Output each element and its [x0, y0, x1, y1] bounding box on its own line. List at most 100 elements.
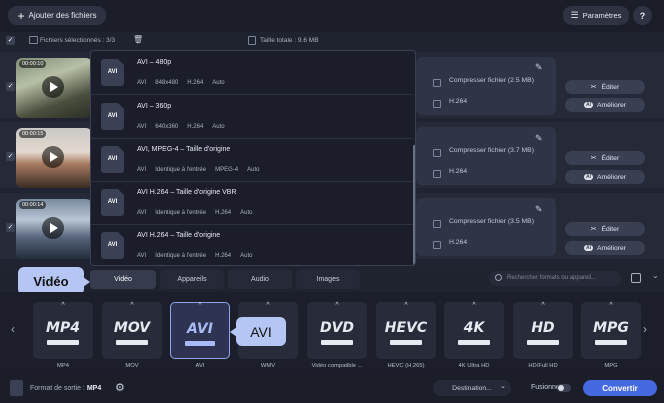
play-icon[interactable]: [42, 76, 64, 98]
scissors-icon: ✂: [590, 155, 597, 162]
video-thumbnail[interactable]: 00:00:15: [16, 128, 92, 188]
compress-icon: [433, 79, 441, 87]
chevron-up-icon[interactable]: ^: [402, 302, 410, 309]
chevron-up-icon[interactable]: ^: [333, 302, 341, 309]
preset-title: AVI – 360p: [137, 103, 172, 110]
chevron-left-icon[interactable]: ‹: [11, 322, 15, 336]
settings-button[interactable]: ☰ Paramètres: [563, 6, 629, 25]
add-files-button[interactable]: + Ajouter des fichiers: [8, 6, 106, 25]
convert-button[interactable]: Convertir: [583, 380, 657, 396]
format-avi[interactable]: AVI: [170, 302, 230, 359]
help-button[interactable]: ?: [633, 6, 652, 25]
avi-callout: AVI: [230, 317, 286, 346]
preset-details: AVI Identique à l'entrée H.264 Auto: [137, 210, 253, 216]
trash-icon[interactable]: 🗑: [133, 35, 143, 44]
preset-item[interactable]: AVI AVI, MPEG-4 – Taille d'origine AVI Id…: [91, 138, 413, 182]
merge-toggle[interactable]: [557, 384, 571, 392]
tab-label: Appareils: [177, 276, 207, 283]
format-name: HD/Full HD: [528, 363, 558, 369]
file-checkbox[interactable]: ✓: [6, 223, 15, 232]
preset-item[interactable]: AVI AVI – 360p AVI 640x360 H.264 Auto: [91, 95, 413, 139]
edit-button[interactable]: ✂ Éditer: [565, 151, 645, 165]
format-name: MOV: [125, 363, 139, 369]
enhance-label: Améliorer: [596, 101, 627, 109]
video-thumbnail[interactable]: 00:00:10: [16, 58, 92, 118]
files-icon: [29, 36, 38, 44]
gear-icon[interactable]: ⚙: [115, 381, 125, 394]
tab-images[interactable]: Images: [296, 270, 360, 289]
video-thumbnail[interactable]: 00:00:14: [16, 199, 92, 259]
format-mpg[interactable]: MPG: [581, 302, 641, 359]
chevron-right-icon[interactable]: ›: [643, 322, 647, 336]
preset-dropdown[interactable]: AVI AVI – 480p AVI 848x480 H.264 Auto AVI A…: [90, 50, 416, 266]
chevron-up-icon[interactable]: ^: [264, 302, 272, 309]
tab-devices[interactable]: Appareils: [160, 270, 224, 289]
enhance-button[interactable]: AI Améliorer: [565, 98, 645, 112]
edit-button[interactable]: ✂ Éditer: [565, 80, 645, 94]
tab-video[interactable]: Vidéo: [90, 270, 156, 289]
search-placeholder: Rechercher formats ou appareil...: [507, 275, 597, 281]
preset-details: AVI 848x480 H.264 Auto: [137, 80, 225, 86]
format-name: Vidéo compatible ...: [311, 363, 363, 369]
chevron-up-icon[interactable]: ^: [196, 302, 204, 309]
edit-button[interactable]: ✂ Éditer: [565, 222, 645, 236]
tab-audio[interactable]: Audio: [228, 270, 292, 289]
compress-option[interactable]: Compresser fichier (3.7 MB): [449, 147, 534, 154]
add-files-label: Ajouter des fichiers: [28, 11, 97, 20]
scissors-icon: ✂: [590, 84, 597, 91]
preset-item[interactable]: AVI AVI H.264 – Taille d'origine VBR AVI…: [91, 181, 413, 225]
preset-details: AVI Identique à l'entrée MPEG-4 Auto: [137, 167, 260, 173]
convert-label: Convertir: [602, 383, 638, 393]
select-all-checkbox[interactable]: ✓: [6, 36, 15, 45]
format-hd[interactable]: HD: [513, 302, 573, 359]
avi-file-icon: AVI: [101, 189, 124, 216]
collapse-chevron-icon[interactable]: ⌄: [652, 271, 659, 280]
file-icon: [248, 36, 256, 45]
format-name: HEVC (H.265): [387, 363, 425, 369]
format-search-input[interactable]: Rechercher formats ou appareil...: [489, 271, 621, 286]
chevron-up-icon[interactable]: ^: [59, 302, 67, 309]
chevron-up-icon[interactable]: ^: [607, 302, 615, 309]
selected-count: Fichiers sélectionnés : 3/3: [40, 37, 116, 44]
video-callout-label: Vidéo: [33, 273, 69, 289]
pencil-icon[interactable]: ✎: [535, 62, 545, 72]
format-hevc[interactable]: HEVC: [376, 302, 436, 359]
duration-badge: 00:00:10: [19, 60, 47, 68]
chevron-up-icon[interactable]: ^: [470, 302, 478, 309]
format-mov[interactable]: MOV: [102, 302, 162, 359]
settings-label: Paramètres: [582, 11, 622, 20]
file-checkbox[interactable]: ✓: [6, 152, 15, 161]
help-icon: ?: [639, 10, 646, 21]
preset-item[interactable]: AVI AVI H.264 – Taille d'origine AVI Iden…: [91, 224, 413, 265]
format-mp4[interactable]: MP4: [33, 302, 93, 359]
compress-icon: [433, 149, 441, 157]
4k-logo-icon: 4K: [463, 320, 485, 336]
format-4k[interactable]: 4K: [444, 302, 504, 359]
enhance-button[interactable]: AI Améliorer: [565, 170, 645, 184]
codec-icon: [433, 100, 441, 108]
export-icon[interactable]: [631, 273, 641, 283]
pencil-icon[interactable]: ✎: [535, 133, 545, 143]
format-name: MP4: [57, 363, 69, 369]
preset-title: AVI – 480p: [137, 59, 172, 66]
preset-title: AVI H.264 – Taille d'origine VBR: [137, 189, 237, 196]
enhance-button[interactable]: AI Améliorer: [565, 241, 645, 255]
play-icon[interactable]: [42, 217, 64, 239]
codec-label: H.264: [449, 98, 468, 105]
ai-icon: AI: [583, 174, 593, 180]
edit-label: Éditer: [601, 83, 620, 91]
tab-label: Audio: [251, 276, 269, 283]
play-icon[interactable]: [42, 146, 64, 168]
output-format-value: MP4: [86, 385, 102, 392]
chevron-down-icon[interactable]: ⌄: [500, 382, 506, 390]
format-dvd[interactable]: DVD: [307, 302, 367, 359]
dropdown-scrollbar[interactable]: [413, 145, 415, 265]
compress-option[interactable]: Compresser fichier (2.5 MB): [449, 77, 534, 84]
file-checkbox[interactable]: ✓: [6, 82, 15, 91]
chevron-up-icon[interactable]: ^: [128, 302, 136, 309]
compress-option[interactable]: Compresser fichier (3.5 MB): [449, 218, 534, 225]
preset-item[interactable]: AVI AVI – 480p AVI 848x480 H.264 Auto: [91, 51, 413, 95]
codec-icon: [433, 170, 441, 178]
chevron-up-icon[interactable]: ^: [539, 302, 547, 309]
pencil-icon[interactable]: ✎: [535, 204, 545, 214]
